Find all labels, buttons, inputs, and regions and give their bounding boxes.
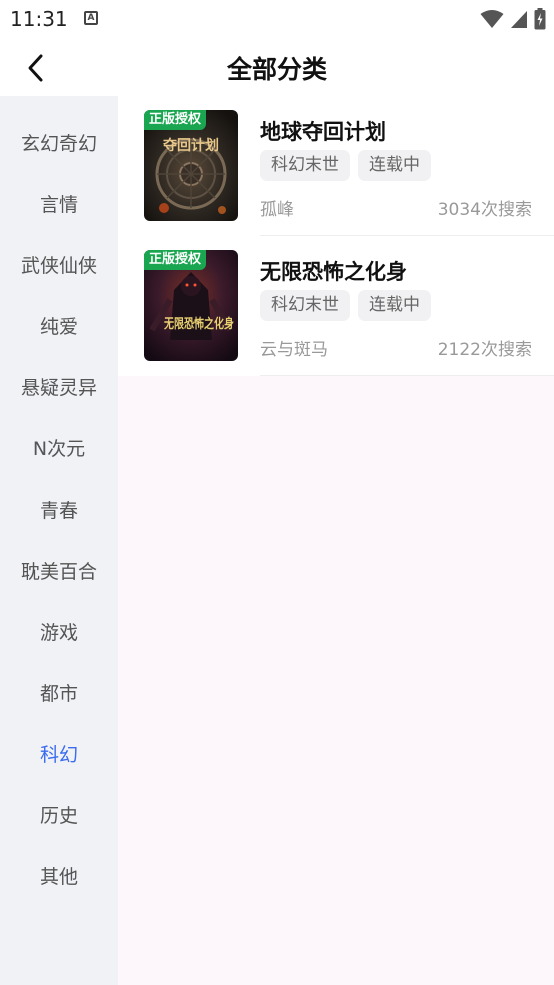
book-tags: 科幻末世 连载中 bbox=[260, 150, 431, 181]
sidebar-item-youxi[interactable]: 游戏 bbox=[0, 601, 118, 661]
book-author: 云与斑马 bbox=[260, 340, 328, 360]
sidebar-item-qingchun[interactable]: 青春 bbox=[0, 479, 118, 539]
status-tag: 连载中 bbox=[358, 290, 431, 321]
sidebar-item-label: 都市 bbox=[39, 682, 78, 705]
book-tags: 科幻末世 连载中 bbox=[260, 290, 431, 321]
search-count: 3034次搜索 bbox=[437, 200, 532, 220]
genre-tag: 科幻末世 bbox=[260, 290, 350, 321]
sidebar-item-lishi[interactable]: 历史 bbox=[0, 784, 118, 844]
signal-icon bbox=[511, 11, 527, 28]
book-item[interactable]: 夺回计划 正版授权 地球夺回计划 科幻末世 连载中 孤峰 3034次搜索 bbox=[118, 96, 554, 236]
licensed-badge: 正版授权 bbox=[144, 110, 207, 130]
book-cover[interactable]: 无限恐怖之化身 正版授权 bbox=[144, 250, 238, 361]
sidebar-item-xuanhuan[interactable]: 玄幻奇幻 bbox=[0, 112, 118, 172]
sidebar-item-yanqing[interactable]: 言情 bbox=[0, 173, 118, 233]
app-header: 全部分类 bbox=[0, 38, 554, 96]
book-list-area: 夺回计划 正版授权 地球夺回计划 科幻末世 连载中 孤峰 3034次搜索 无限恐… bbox=[118, 96, 554, 985]
sidebar-item-wuxia[interactable]: 武侠仙侠 bbox=[0, 234, 118, 294]
sidebar-item-label: 言情 bbox=[39, 193, 78, 216]
page-title: 全部分类 bbox=[226, 55, 327, 84]
book-title: 地球夺回计划 bbox=[260, 120, 386, 144]
battery-icon bbox=[534, 8, 546, 30]
category-sidebar: 玄幻奇幻 言情 武侠仙侠 纯爱 悬疑灵异 N次元 青春 耽美百合 游戏 都市 科… bbox=[0, 96, 118, 985]
sidebar-item-label: N次元 bbox=[32, 437, 86, 460]
status-icons bbox=[480, 8, 546, 30]
divider bbox=[260, 375, 554, 376]
book-cover[interactable]: 夺回计划 正版授权 bbox=[144, 110, 238, 221]
sidebar-item-qita[interactable]: 其他 bbox=[0, 845, 118, 905]
sidebar-item-label: 悬疑灵异 bbox=[20, 376, 97, 399]
a-box-icon: A bbox=[84, 11, 98, 25]
status-bar: 11:31 A bbox=[0, 0, 554, 38]
sidebar-item-chunai[interactable]: 纯爱 bbox=[0, 295, 118, 355]
sidebar-item-label: 耽美百合 bbox=[20, 560, 97, 583]
sidebar-item-nciyuan[interactable]: N次元 bbox=[0, 417, 118, 477]
cover-title-text: 无限恐怖之化身 bbox=[163, 316, 234, 332]
wifi-icon bbox=[480, 10, 504, 28]
licensed-badge: 正版授权 bbox=[144, 250, 207, 270]
sidebar-item-label: 青春 bbox=[39, 499, 78, 522]
search-count: 2122次搜索 bbox=[437, 340, 532, 360]
sidebar-item-kehuan[interactable]: 科幻 bbox=[0, 723, 118, 783]
book-list: 夺回计划 正版授权 地球夺回计划 科幻末世 连载中 孤峰 3034次搜索 无限恐… bbox=[118, 96, 554, 376]
book-title: 无限恐怖之化身 bbox=[260, 260, 407, 284]
genre-tag: 科幻末世 bbox=[260, 150, 350, 181]
sidebar-item-label: 纯爱 bbox=[39, 315, 78, 338]
sidebar-item-label: 科幻 bbox=[39, 743, 78, 766]
sidebar-item-label: 历史 bbox=[39, 804, 78, 827]
status-tag: 连载中 bbox=[358, 150, 431, 181]
cover-title-text: 夺回计划 bbox=[162, 137, 219, 154]
sidebar-item-label: 游戏 bbox=[39, 621, 78, 644]
book-item[interactable]: 无限恐怖之化身 正版授权 无限恐怖之化身 科幻末世 连载中 云与斑马 2122次… bbox=[118, 236, 554, 376]
sidebar-item-xuanyi[interactable]: 悬疑灵异 bbox=[0, 356, 118, 416]
book-author: 孤峰 bbox=[260, 200, 294, 220]
sidebar-item-danmei[interactable]: 耽美百合 bbox=[0, 540, 118, 600]
sidebar-item-label: 其他 bbox=[39, 865, 78, 888]
sidebar-item-label: 玄幻奇幻 bbox=[20, 132, 97, 155]
sidebar-item-dushi[interactable]: 都市 bbox=[0, 662, 118, 722]
sidebar-item-label: 武侠仙侠 bbox=[20, 254, 97, 277]
status-time: 11:31 bbox=[10, 7, 68, 31]
